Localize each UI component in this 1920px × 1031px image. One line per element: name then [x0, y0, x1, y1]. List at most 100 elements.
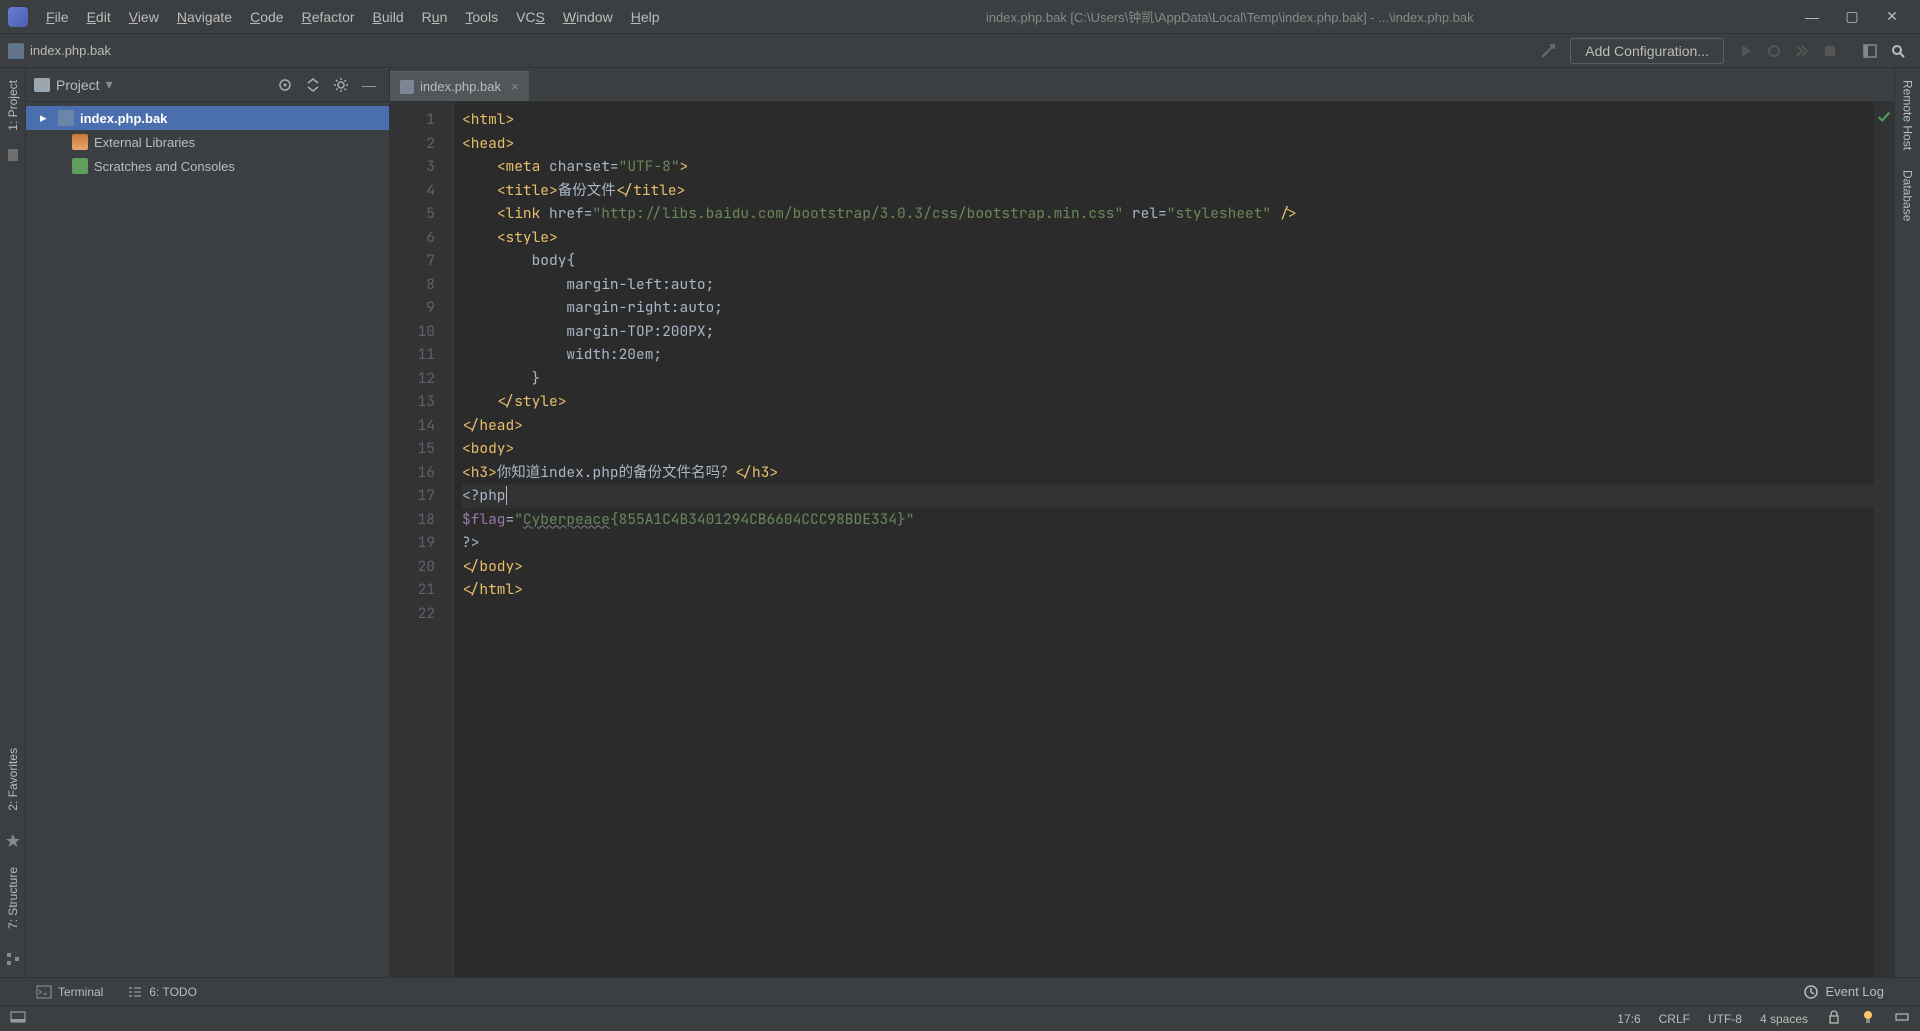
editor-marker-gutter — [1874, 102, 1894, 977]
menu-run[interactable]: Run — [414, 5, 456, 29]
editor-tabs: index.php.bak × — [390, 68, 1894, 102]
menu-file[interactable]: File — [38, 5, 77, 29]
code-line: width:20em; — [462, 343, 1874, 367]
project-tree[interactable]: ▸index.php.bak External Libraries Scratche… — [26, 102, 389, 977]
titlebar: File Edit View Navigate Code Refactor Bu… — [0, 0, 1920, 34]
structure-icon — [5, 951, 21, 967]
tree-item-label: External Libraries — [94, 135, 381, 150]
project-panel-header: Project ▾ — — [26, 68, 389, 102]
code-line: <link href="http://libs.baidu.com/bootst… — [462, 202, 1874, 226]
code-line: } — [462, 367, 1874, 391]
tab-todo[interactable]: 6: TODO — [127, 984, 197, 1000]
stop-button[interactable] — [1816, 37, 1844, 65]
chevron-down-icon[interactable]: ▾ — [106, 76, 113, 93]
gear-icon[interactable] — [329, 73, 353, 97]
add-configuration-button[interactable]: Add Configuration... — [1570, 38, 1724, 64]
tab-terminal-label: Terminal — [58, 985, 103, 999]
code-line: <body> — [462, 437, 1874, 461]
event-log-button[interactable]: Event Log — [1803, 984, 1884, 1000]
code-line: margin-TOP:200PX; — [462, 320, 1874, 344]
code-line: <meta charset="UTF-8"> — [462, 155, 1874, 179]
code-line: <html> — [462, 108, 1874, 132]
code-line: </body> — [462, 555, 1874, 579]
code-line: <?php — [462, 484, 1874, 508]
close-tab-icon[interactable]: × — [511, 79, 519, 94]
code-editor[interactable]: 12345678910111213141516171819202122 <htm… — [390, 102, 1894, 977]
toolbar: index.php.bak Add Configuration... — [0, 34, 1920, 68]
minimize-button[interactable]: — — [1792, 2, 1832, 32]
build-icon[interactable] — [1534, 37, 1562, 65]
menu-vcs[interactable]: VCS — [508, 5, 553, 29]
bookmarks-icon[interactable] — [5, 147, 21, 163]
menu-refactor[interactable]: Refactor — [294, 5, 363, 29]
code-line: </head> — [462, 414, 1874, 438]
app-icon — [8, 7, 28, 27]
editor-tab-index[interactable]: index.php.bak × — [390, 71, 529, 101]
menu-edit[interactable]: Edit — [79, 5, 119, 29]
coverage-button[interactable] — [1788, 37, 1816, 65]
tree-item-label: index.php.bak — [80, 111, 381, 126]
project-panel: Project ▾ — ▸index.php.bak External Libra… — [26, 68, 390, 977]
layout-button[interactable] — [1856, 37, 1884, 65]
memory-indicator-icon[interactable] — [1894, 1009, 1910, 1028]
debug-button[interactable] — [1760, 37, 1788, 65]
inspector-icon[interactable] — [1860, 1009, 1876, 1028]
folder-icon — [34, 78, 50, 92]
menu-tools[interactable]: Tools — [457, 5, 506, 29]
tool-window-toggle-icon[interactable] — [10, 1009, 38, 1028]
tab-project[interactable]: 1: Project — [4, 72, 22, 139]
maximize-button[interactable]: ▢ — [1832, 2, 1872, 32]
right-tool-gutter: Remote Host Database — [1894, 68, 1920, 977]
code-line: <head> — [462, 132, 1874, 156]
bottom-tool-tabs: Terminal 6: TODO Event Log — [0, 977, 1920, 1005]
expand-all-icon[interactable] — [301, 73, 325, 97]
tab-todo-label: 6: TODO — [149, 985, 197, 999]
tree-item-lib[interactable]: External Libraries — [26, 130, 389, 154]
menu-help[interactable]: Help — [623, 5, 668, 29]
editor-tab-label: index.php.bak — [420, 79, 501, 94]
status-line-sep[interactable]: CRLF — [1659, 1012, 1690, 1026]
main-menu: File Edit View Navigate Code Refactor Bu… — [38, 5, 668, 29]
file-icon — [8, 43, 24, 59]
code-line: margin-left:auto; — [462, 273, 1874, 297]
menu-navigate[interactable]: Navigate — [169, 5, 240, 29]
tab-structure[interactable]: 7: Structure — [4, 859, 22, 937]
menu-code[interactable]: Code — [242, 5, 291, 29]
project-panel-title[interactable]: Project — [56, 77, 100, 93]
run-button[interactable] — [1732, 37, 1760, 65]
file-icon — [400, 80, 414, 94]
hide-panel-icon[interactable]: — — [357, 73, 381, 97]
tab-database[interactable]: Database — [1899, 162, 1917, 229]
code-line: body{ — [462, 249, 1874, 273]
code-line — [462, 602, 1874, 626]
close-button[interactable]: ✕ — [1872, 2, 1912, 32]
code-line: </html> — [462, 578, 1874, 602]
locate-icon[interactable] — [273, 73, 297, 97]
tab-remote-host[interactable]: Remote Host — [1899, 72, 1917, 158]
line-number-gutter: 12345678910111213141516171819202122 — [390, 102, 454, 977]
code-line: <h3>你知道index.php的备份文件名吗？</h3> — [462, 461, 1874, 485]
inspection-ok-icon — [1877, 108, 1891, 122]
code-line: ?> — [462, 531, 1874, 555]
tree-item-scratch[interactable]: Scratches and Consoles — [26, 154, 389, 178]
status-bar: 17:6 CRLF UTF-8 4 spaces — [0, 1005, 1920, 1031]
code-line: <style> — [462, 226, 1874, 250]
star-icon — [5, 833, 21, 849]
search-everywhere-button[interactable] — [1884, 37, 1912, 65]
breadcrumb[interactable]: index.php.bak — [30, 43, 111, 58]
status-caret-pos[interactable]: 17:6 — [1617, 1012, 1640, 1026]
lock-icon[interactable] — [1826, 1009, 1842, 1028]
code-line: $flag="Cyberpeace{855A1C4B3401294CB6604C… — [462, 508, 1874, 532]
status-indent[interactable]: 4 spaces — [1760, 1012, 1808, 1026]
code-content[interactable]: <html><head> <meta charset="UTF-8"> <tit… — [454, 102, 1874, 977]
menu-build[interactable]: Build — [365, 5, 412, 29]
menu-view[interactable]: View — [121, 5, 167, 29]
status-encoding[interactable]: UTF-8 — [1708, 1012, 1742, 1026]
event-log-label: Event Log — [1825, 984, 1884, 999]
tab-favorites[interactable]: 2: Favorites — [4, 740, 22, 819]
code-line: margin-right:auto; — [462, 296, 1874, 320]
tree-item-folder[interactable]: ▸index.php.bak — [26, 106, 389, 130]
menu-window[interactable]: Window — [555, 5, 621, 29]
window-title: index.php.bak [C:\Users\钟凯\AppData\Local… — [668, 7, 1793, 26]
tab-terminal[interactable]: Terminal — [36, 984, 103, 1000]
